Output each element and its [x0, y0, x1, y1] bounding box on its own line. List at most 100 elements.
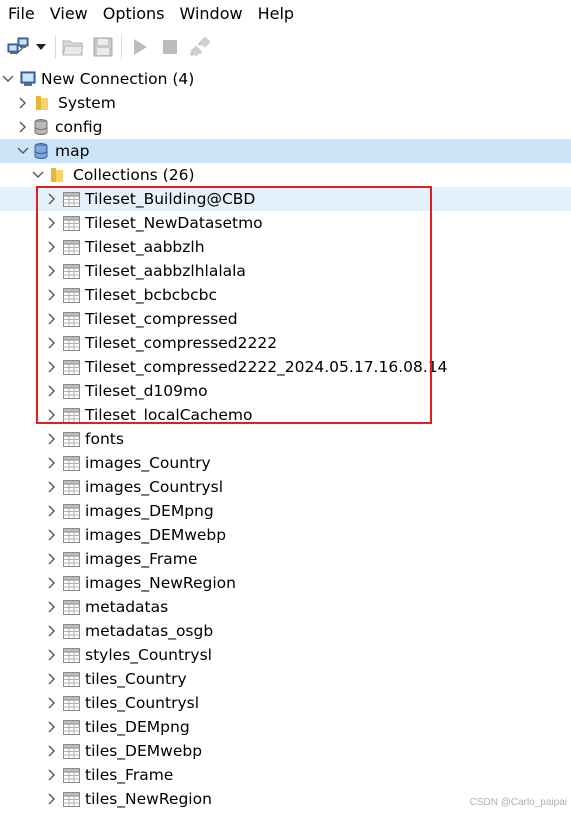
collection-item[interactable]: images_NewRegion [0, 571, 571, 595]
collection-label: tiles_DEMpng [85, 718, 190, 736]
collection-label: Tileset_Building@CBD [85, 190, 256, 208]
collection-label: tiles_Frame [85, 766, 174, 784]
collections-folder-label: Collections (26) [73, 166, 195, 184]
chevron-right-icon[interactable] [44, 719, 60, 735]
collection-label: Tileset_NewDatasetmo [85, 214, 263, 232]
chevron-right-icon[interactable] [44, 287, 60, 303]
save-button[interactable] [90, 34, 116, 60]
connect-icon [7, 37, 29, 55]
collection-item[interactable]: Tileset_NewDatasetmo [0, 211, 571, 235]
collection-item[interactable]: Tileset_d109mo [0, 379, 571, 403]
chevron-right-icon[interactable] [44, 239, 60, 255]
collection-table-icon [62, 598, 80, 616]
collection-item[interactable]: images_Countrysl [0, 475, 571, 499]
chevron-right-icon[interactable] [44, 551, 60, 567]
tree-node-database[interactable]: config [0, 115, 571, 139]
chevron-right-icon[interactable] [44, 767, 60, 783]
database-label: System [58, 94, 116, 112]
collection-table-icon [62, 334, 80, 352]
collection-item[interactable]: Tileset_aabbzlh [0, 235, 571, 259]
dropdown-arrow-icon [36, 44, 46, 50]
chevron-down-icon[interactable] [0, 71, 16, 87]
collection-table-icon [62, 190, 80, 208]
chevron-right-icon[interactable] [44, 503, 60, 519]
collection-table-icon [62, 670, 80, 688]
chevron-right-icon[interactable] [15, 119, 31, 135]
collection-item[interactable]: tiles_DEMwebp [0, 739, 571, 763]
collection-label: images_DEMpng [85, 502, 214, 520]
run-button[interactable] [127, 34, 153, 60]
chevron-right-icon[interactable] [44, 311, 60, 327]
chevron-right-icon[interactable] [44, 623, 60, 639]
collection-item[interactable]: Tileset_Building@CBD [0, 187, 571, 211]
chevron-right-icon[interactable] [44, 527, 60, 543]
menu-file[interactable]: File [0, 0, 42, 28]
chevron-right-icon[interactable] [44, 671, 60, 687]
collection-item[interactable]: tiles_Frame [0, 763, 571, 787]
collection-label: images_DEMwebp [85, 526, 227, 544]
connect-dropdown-button[interactable] [33, 34, 49, 60]
chevron-right-icon[interactable] [44, 743, 60, 759]
collection-item[interactable]: Tileset_aabbzlhlalala [0, 259, 571, 283]
chevron-right-icon[interactable] [44, 359, 60, 375]
toolbar [0, 30, 571, 64]
chevron-right-icon[interactable] [15, 95, 31, 111]
menu-view[interactable]: View [42, 0, 95, 28]
collection-table-icon [62, 502, 80, 520]
collection-item[interactable]: images_Frame [0, 547, 571, 571]
collection-item[interactable]: tiles_Country [0, 667, 571, 691]
chevron-right-icon[interactable] [44, 431, 60, 447]
disconnect-button[interactable] [187, 34, 213, 60]
connect-button[interactable] [6, 34, 32, 60]
collection-item[interactable]: images_Country [0, 451, 571, 475]
menu-help[interactable]: Help [250, 0, 301, 28]
collection-item[interactable]: Tileset_compressed2222_2024.05.17.16.08.… [0, 355, 571, 379]
chevron-right-icon[interactable] [44, 407, 60, 423]
chevron-right-icon[interactable] [44, 191, 60, 207]
collection-item[interactable]: Tileset_localCachemo [0, 403, 571, 427]
menu-window[interactable]: Window [171, 0, 249, 28]
collection-item[interactable]: metadatas_osgb [0, 619, 571, 643]
chevron-right-icon[interactable] [44, 695, 60, 711]
collection-item[interactable]: Tileset_bcbcbcbc [0, 283, 571, 307]
chevron-right-icon[interactable] [44, 791, 60, 807]
collection-table-icon [62, 718, 80, 736]
database-label: map [55, 142, 90, 160]
collection-table-icon [62, 694, 80, 712]
collection-table-icon [62, 358, 80, 376]
open-button[interactable] [60, 34, 86, 60]
collection-item[interactable]: tiles_Countrysl [0, 691, 571, 715]
collection-table-icon [62, 430, 80, 448]
collection-item[interactable]: images_DEMwebp [0, 523, 571, 547]
tree-node-connection[interactable]: New Connection (4) [0, 67, 571, 91]
chevron-right-icon[interactable] [44, 455, 60, 471]
chevron-down-icon[interactable] [15, 143, 31, 159]
tree-node-database[interactable]: System [0, 91, 571, 115]
chevron-right-icon[interactable] [44, 575, 60, 591]
collection-table-icon [62, 526, 80, 544]
chevron-right-icon[interactable] [44, 335, 60, 351]
collection-label: images_Country [85, 454, 211, 472]
chevron-down-icon[interactable] [30, 167, 46, 183]
menu-options[interactable]: Options [95, 0, 172, 28]
save-icon [93, 37, 113, 57]
chevron-right-icon[interactable] [44, 647, 60, 663]
stop-button[interactable] [157, 34, 183, 60]
collection-item[interactable]: fonts [0, 427, 571, 451]
collection-label: metadatas_osgb [85, 622, 214, 640]
chevron-right-icon[interactable] [44, 383, 60, 399]
collection-item[interactable]: Tileset_compressed [0, 307, 571, 331]
collection-item[interactable]: metadatas [0, 595, 571, 619]
tree-node-database[interactable]: map [0, 139, 571, 163]
chevron-right-icon[interactable] [44, 215, 60, 231]
collection-table-icon [62, 454, 80, 472]
tree-node-collections-folder[interactable]: Collections (26) [0, 163, 571, 187]
collection-item[interactable]: images_DEMpng [0, 499, 571, 523]
chevron-right-icon[interactable] [44, 599, 60, 615]
collection-label: tiles_DEMwebp [85, 742, 203, 760]
chevron-right-icon[interactable] [44, 479, 60, 495]
collection-item[interactable]: tiles_DEMpng [0, 715, 571, 739]
chevron-right-icon[interactable] [44, 263, 60, 279]
collection-item[interactable]: Tileset_compressed2222 [0, 331, 571, 355]
collection-item[interactable]: styles_Countrysl [0, 643, 571, 667]
